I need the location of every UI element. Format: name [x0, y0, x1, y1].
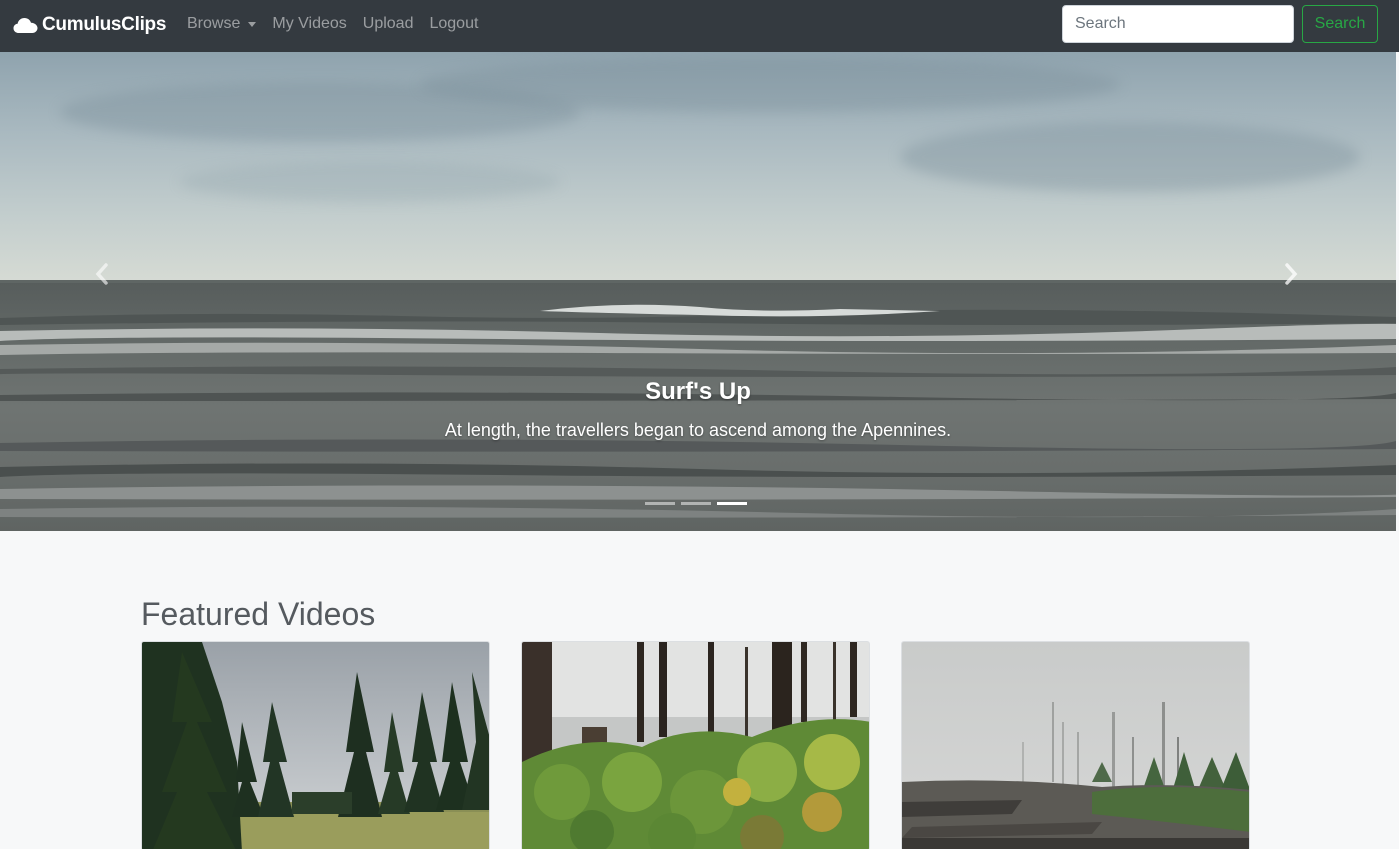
nav-upload[interactable]: Upload: [363, 14, 414, 34]
nav-browse-label: Browse: [187, 15, 241, 32]
video-card[interactable]: [901, 641, 1250, 849]
chevron-right-icon: [1285, 263, 1298, 285]
search-button[interactable]: Search: [1302, 5, 1378, 43]
carousel-indicator[interactable]: [681, 502, 711, 505]
chevron-left-icon: [95, 263, 108, 285]
carousel-caption-title: Surf's Up: [645, 378, 751, 405]
nav-browse-dropdown[interactable]: Browse: [187, 14, 257, 34]
carousel-caption-text: At length, the travellers began to ascen…: [444, 420, 952, 440]
video-card[interactable]: [521, 641, 870, 849]
brand-logo[interactable]: CumulusClips: [13, 12, 166, 38]
carousel-slide-image: [0, 52, 1396, 531]
video-thumbnail: [522, 642, 869, 849]
nav-my-videos[interactable]: My Videos: [272, 14, 346, 34]
carousel-prev-button[interactable]: [92, 262, 112, 286]
nav-links: Browse My Videos Upload Logout: [187, 14, 494, 34]
carousel-indicators: [645, 502, 753, 505]
hero-carousel: Surf's Up At length, the travellers bega…: [0, 52, 1396, 531]
cloud-icon: [13, 18, 38, 33]
brand-name: CumulusClips: [42, 14, 167, 35]
carousel-indicator[interactable]: [645, 502, 675, 505]
video-thumbnail: [902, 642, 1249, 849]
video-thumbnail: [142, 642, 489, 849]
nav-logout[interactable]: Logout: [429, 14, 478, 34]
featured-videos-heading: Featured Videos: [141, 596, 376, 632]
caret-down-icon: [248, 21, 257, 27]
carousel-next-button[interactable]: [1281, 262, 1301, 286]
navbar: CumulusClips Browse My Videos Upload Log…: [0, 0, 1399, 52]
carousel-indicator-active[interactable]: [717, 502, 747, 505]
search-input[interactable]: [1062, 5, 1294, 43]
video-card[interactable]: [141, 641, 490, 849]
